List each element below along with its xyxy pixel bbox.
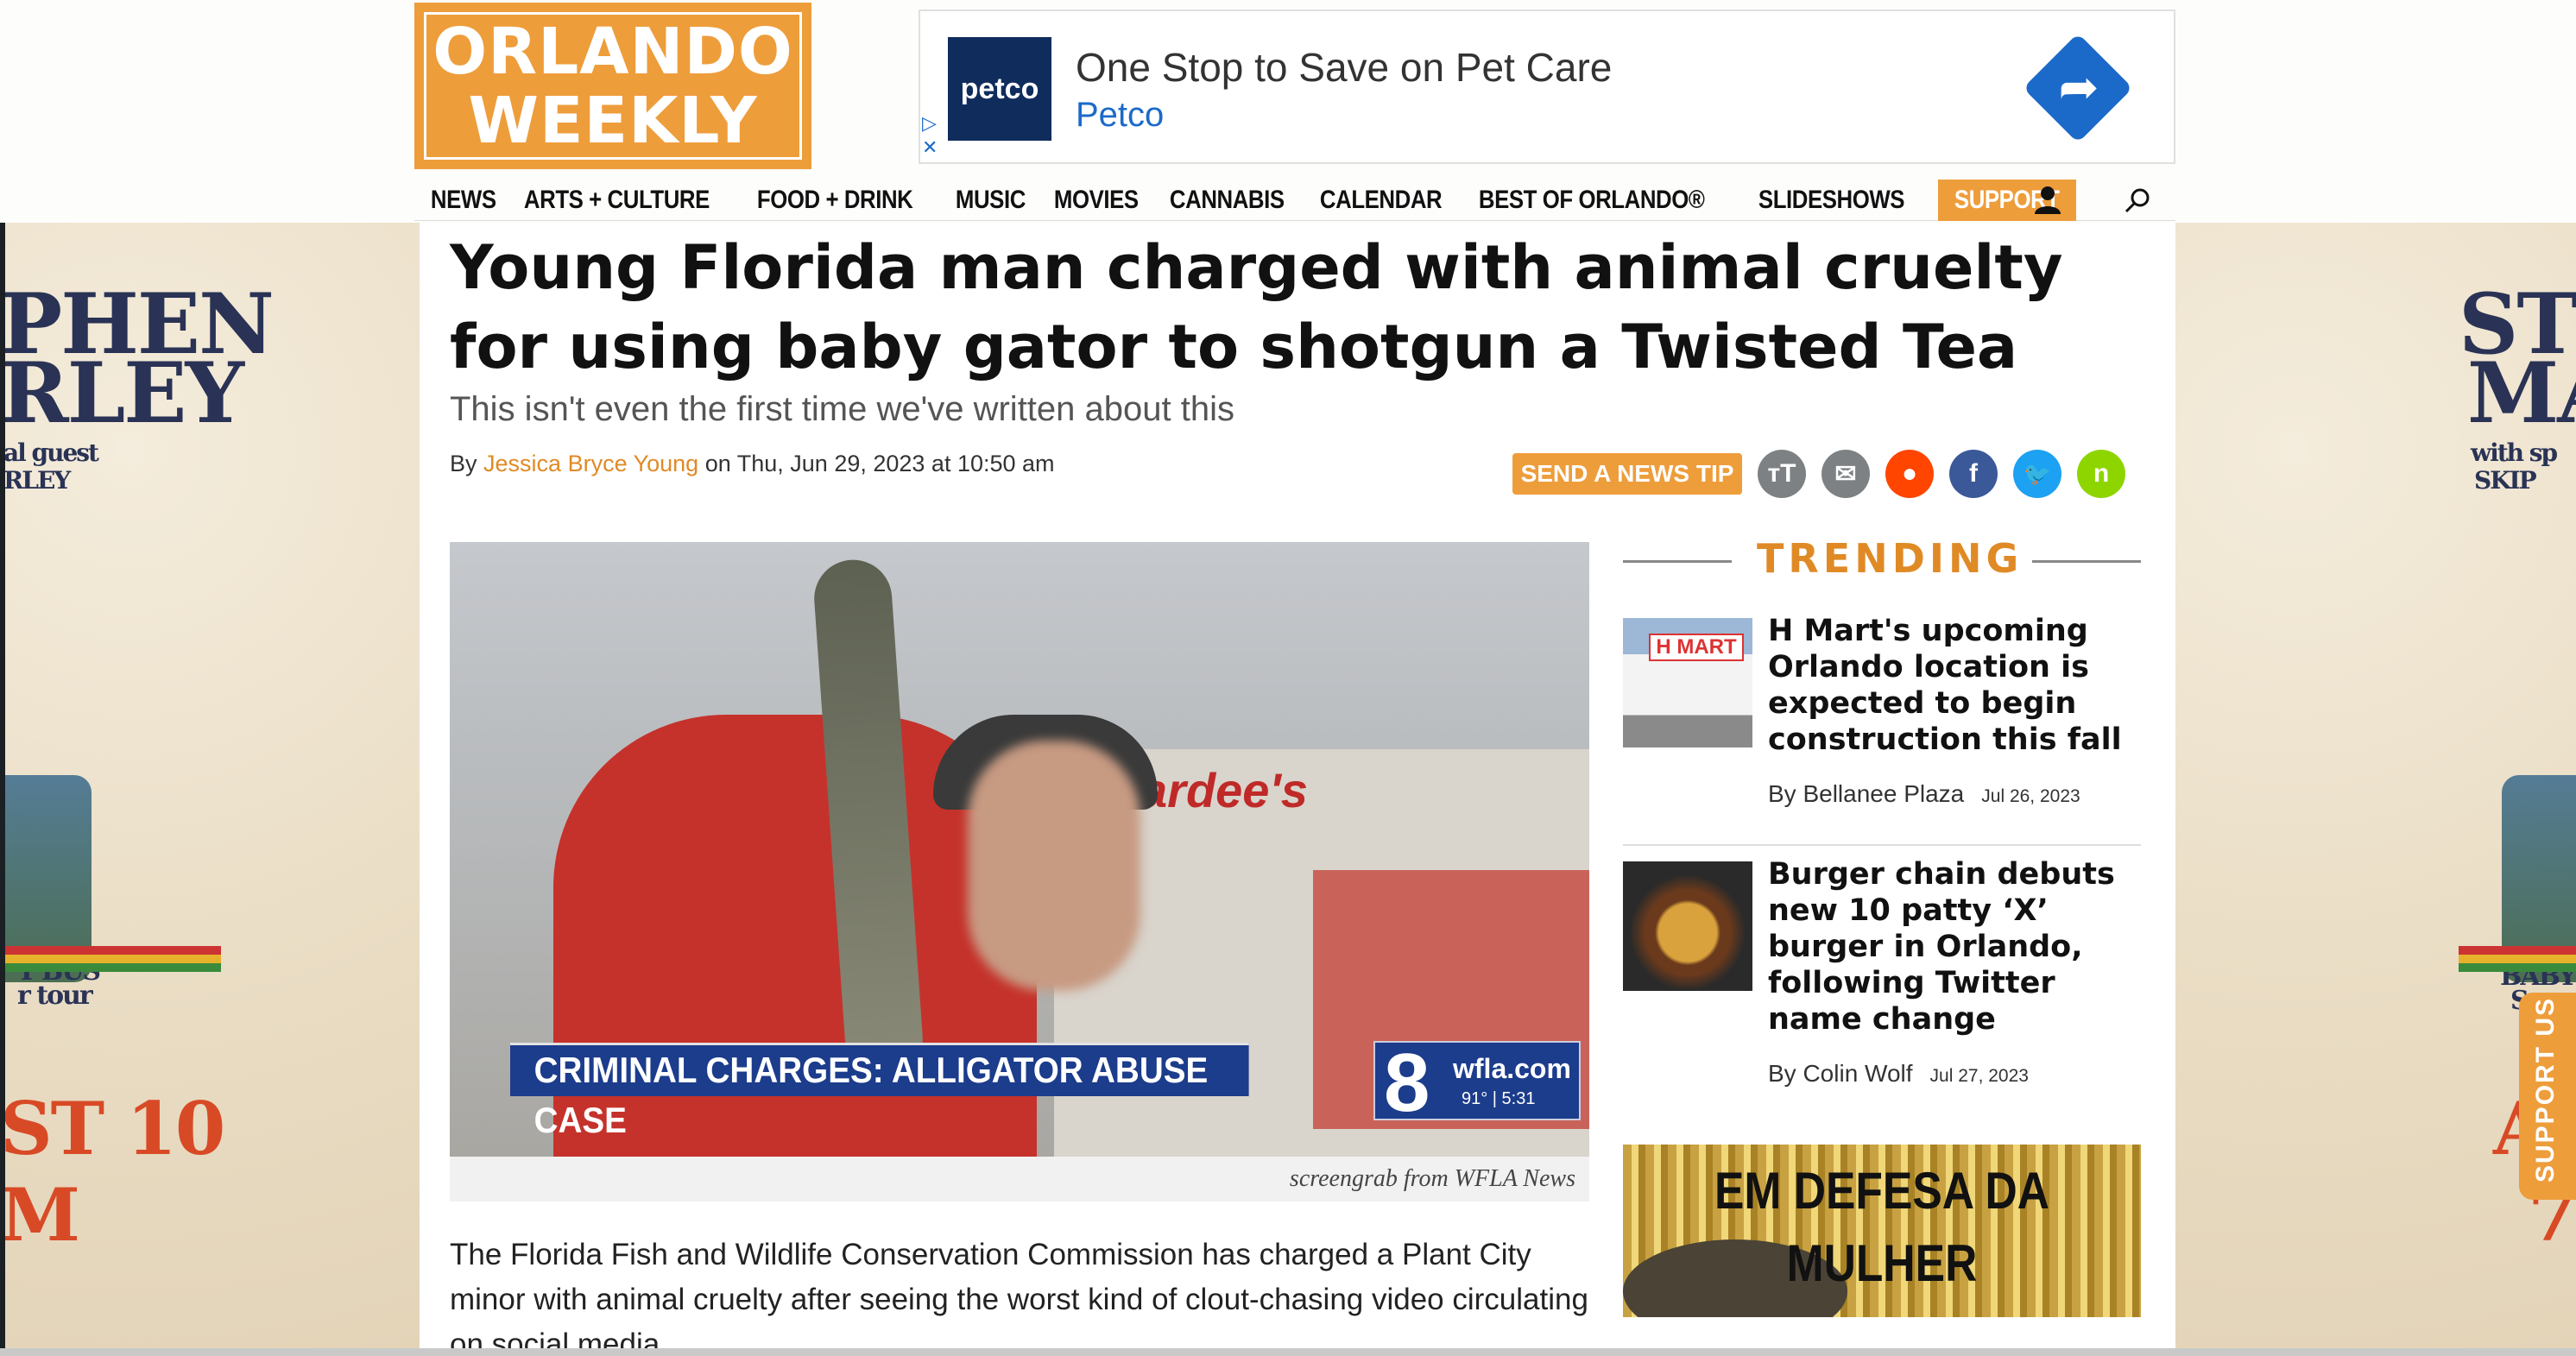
play-triangle-icon[interactable]: ▷ xyxy=(922,111,938,136)
ad-headline[interactable]: One Stop to Save on Pet Care xyxy=(1076,44,1612,91)
station-bug: 8 wfla.com 91° | 5:31 xyxy=(1373,1037,1581,1129)
advertiser-logo: petco xyxy=(948,37,1051,141)
divider xyxy=(1623,560,1732,563)
twitter-icon[interactable]: 🐦 xyxy=(2013,450,2061,498)
byline: By Jessica Bryce Young on Thu, Jun 29, 2… xyxy=(450,451,1055,477)
nextdoor-icon[interactable]: n xyxy=(2077,450,2125,498)
station-site: wfla.com xyxy=(1453,1053,1571,1084)
site-logo[interactable]: ORLANDO WEEKLY xyxy=(414,3,811,169)
send-news-tip-button[interactable]: SEND A NEWS TIP xyxy=(1512,453,1742,495)
hmart-sign: H MART xyxy=(1649,634,1744,661)
publish-date: on Thu, Jun 29, 2023 at 10:50 am xyxy=(704,451,1055,476)
skin-text: with sp xyxy=(2471,438,2558,467)
trending-title: TRENDING xyxy=(1757,535,2024,582)
trending-item-title[interactable]: Burger chain debuts new 10 patty ‘X’ bur… xyxy=(1768,856,2139,1037)
skin-text: r tour xyxy=(17,981,93,1011)
nav-item-music[interactable]: MUSIC xyxy=(939,180,1042,221)
skin-text: ST 10 xyxy=(5,1086,225,1171)
close-x-icon[interactable]: ✕ xyxy=(922,136,938,160)
skin-text: SKIP xyxy=(2474,466,2537,495)
trending-thumbnail[interactable]: H MART xyxy=(1623,618,1752,747)
ad-advertiser[interactable]: Petco xyxy=(1076,96,1164,135)
support-us-tab[interactable]: SUPPORT US xyxy=(2519,993,2576,1200)
horizontal-scrollbar[interactable] xyxy=(0,1348,2576,1356)
nav-item-food-drink[interactable]: FOOD + DRINK xyxy=(741,180,929,221)
trending-item-meta: By Bellanee Plaza Jul 26, 2023 xyxy=(1768,780,2080,808)
nav-item-best-of-orlando[interactable]: BEST OF ORLANDO® xyxy=(1462,180,1720,221)
logo-line: WEEKLY xyxy=(468,83,758,158)
directions-arrow-icon[interactable]: ➦ xyxy=(2051,56,2106,118)
trending-item[interactable]: Burger chain debuts new 10 patty ‘X’ bur… xyxy=(1623,857,2141,1120)
nav-item-calendar[interactable]: CALENDAR xyxy=(1304,180,1458,221)
sidebar-ad[interactable]: EM DEFESA DA MULHER xyxy=(1623,1145,2141,1317)
blurred-face xyxy=(968,741,1140,991)
trending-item[interactable]: H MART H Mart's upcoming Orlando locatio… xyxy=(1623,614,2141,825)
ad-choices[interactable]: ▷ ✕ xyxy=(922,111,938,160)
reddit-icon[interactable]: ● xyxy=(1885,450,1934,498)
trending-header: TRENDING xyxy=(1623,535,2141,587)
skin-text: MA xyxy=(2467,344,2576,442)
trending-item-meta: By Colin Wolf Jul 27, 2023 xyxy=(1768,1060,2029,1088)
trending-date: Jul 26, 2023 xyxy=(1981,786,2080,806)
logo-line: ORLANDO xyxy=(432,14,793,89)
trending-item-title[interactable]: H Mart's upcoming Orlando location is ex… xyxy=(1768,613,2139,758)
nav-item-cannabis[interactable]: CANNABIS xyxy=(1153,180,1301,221)
banner-ad[interactable]: petco One Stop to Save on Pet Care Petco… xyxy=(919,9,2175,164)
skin-text: al guest xyxy=(5,438,99,467)
news-lower-third: CRIMINAL CHARGES: ALLIGATOR ABUSE CASE xyxy=(510,1043,1249,1140)
email-icon[interactable]: ✉ xyxy=(1822,450,1870,498)
nav-item-news[interactable]: NEWS xyxy=(414,180,513,221)
trending-author[interactable]: By Colin Wolf xyxy=(1768,1060,1913,1087)
skin-ad-left[interactable]: PHEN RLEY al guest RLEY Y BUS r tour ST … xyxy=(5,223,420,1356)
text-size-icon[interactable]: ᴛT xyxy=(1758,450,1806,498)
skin-text: RLEY xyxy=(5,344,244,442)
trending-thumbnail[interactable] xyxy=(1623,861,1752,991)
station-number: 8 xyxy=(1384,1037,1430,1129)
hero-image[interactable]: ardee's CRIMINAL CHARGES: ALLIGATOR ABUS… xyxy=(450,542,1589,1157)
nav-item-arts-culture[interactable]: ARTS + CULTURE xyxy=(508,180,726,221)
trending-author[interactable]: By Bellanee Plaza xyxy=(1768,780,1964,807)
restaurant-sign: ardee's xyxy=(1140,763,1308,817)
skin-text: RLEY xyxy=(5,466,71,495)
skin-ad-right[interactable]: STE MA with sp SKIP BABYI S AU 7 xyxy=(2174,223,2576,1356)
skin-text: M xyxy=(5,1172,80,1258)
nav-item-slideshows[interactable]: SLIDESHOWS xyxy=(1742,180,1921,221)
sidebar-ad-text: EM DEFESA DA MULHER xyxy=(1714,1162,2049,1292)
nav-item-movies[interactable]: MOVIES xyxy=(1038,180,1155,221)
support-us-label: SUPPORT US xyxy=(2531,996,2560,1183)
byline-prefix: By xyxy=(450,451,477,476)
user-icon[interactable] xyxy=(2030,183,2065,218)
facebook-icon[interactable]: f xyxy=(1949,450,1998,498)
trending-date: Jul 27, 2023 xyxy=(1929,1066,2029,1086)
article-body: The Florida Fish and Wildlife Conservati… xyxy=(450,1238,1588,1356)
divider xyxy=(2032,560,2141,563)
article-headline: Young Florida man charged with animal cr… xyxy=(450,232,2063,382)
search-icon[interactable] xyxy=(2120,183,2155,218)
station-info: 91° | 5:31 xyxy=(1462,1089,1536,1108)
divider xyxy=(1623,844,2141,846)
main-nav: NEWS ARTS + CULTURE FOOD + DRINK MUSIC M… xyxy=(414,179,2175,221)
article-subhead: This isn't even the first time we've wri… xyxy=(450,390,1234,428)
author-link[interactable]: Jessica Bryce Young xyxy=(483,451,698,476)
image-caption: screengrab from WFLA News xyxy=(1289,1165,1575,1192)
image-caption-bar: screengrab from WFLA News xyxy=(450,1157,1589,1201)
